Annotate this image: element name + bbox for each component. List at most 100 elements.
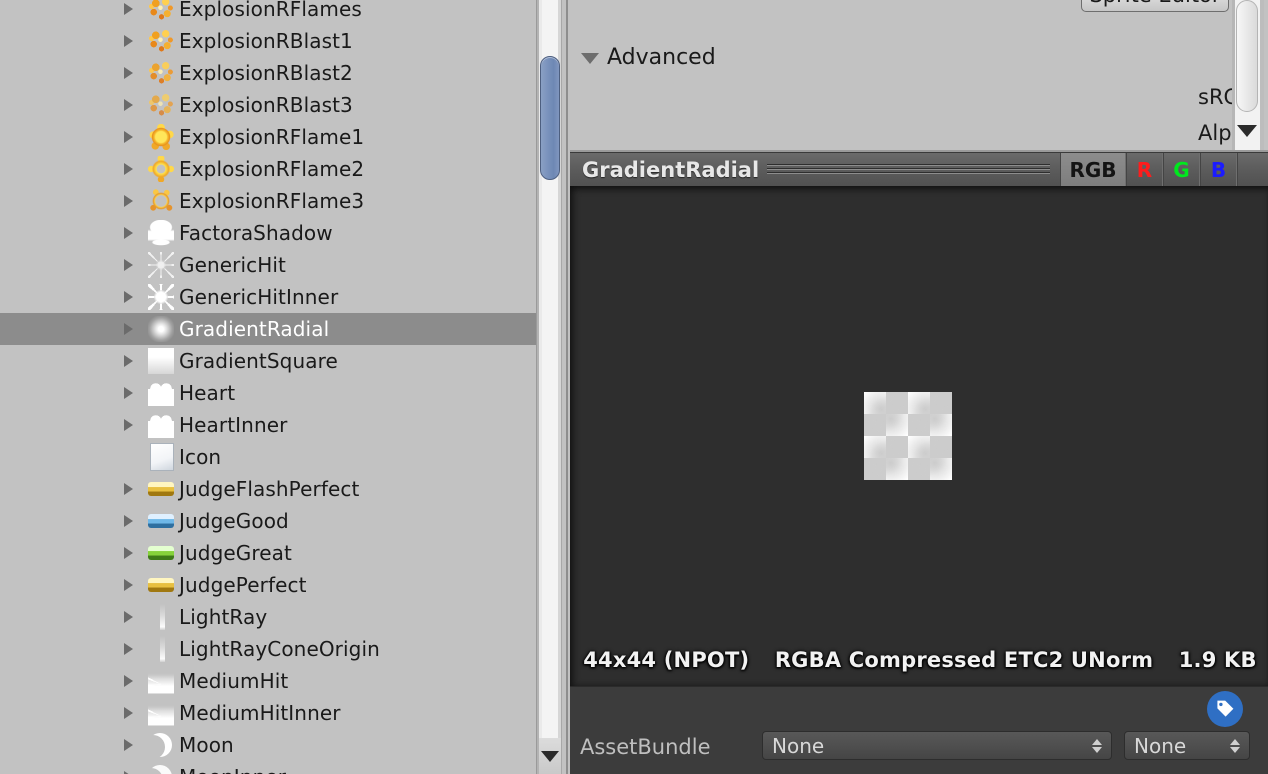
expand-triangle-icon[interactable]	[124, 99, 133, 111]
asset-tree-row-label: LightRayConeOrigin	[179, 637, 380, 661]
explosion-flame3-icon	[148, 188, 174, 214]
inspector-scrollbar[interactable]	[1232, 0, 1268, 152]
expand-triangle-icon[interactable]	[124, 67, 133, 79]
texture-format: RGBA Compressed ETC2 UNorm	[774, 648, 1154, 672]
asset-tree-row[interactable]: GradientSquare	[0, 345, 536, 377]
expand-triangle-icon[interactable]	[124, 675, 133, 687]
generic-hit-icon	[148, 252, 174, 278]
inspector-scroll-down-button[interactable]	[1236, 116, 1258, 146]
expand-triangle-icon[interactable]	[124, 35, 133, 47]
up-down-arrows-icon	[1230, 738, 1240, 753]
expand-triangle-icon[interactable]	[124, 515, 133, 527]
tag-icon[interactable]	[1207, 691, 1243, 727]
assetbundle-label: AssetBundle	[580, 735, 711, 759]
expand-triangle-icon[interactable]	[124, 483, 133, 495]
inspector-scrollbar-thumb[interactable]	[1236, 0, 1258, 112]
texture-preview-image	[864, 392, 952, 480]
expand-triangle-icon[interactable]	[124, 3, 133, 15]
preview-header-bar[interactable]: GradientRadial RGB R G B	[570, 152, 1268, 187]
channel-button-g[interactable]: G	[1163, 152, 1200, 187]
expand-triangle-icon[interactable]	[124, 355, 133, 367]
expand-triangle-icon[interactable]	[124, 259, 133, 271]
expand-triangle-icon[interactable]	[124, 387, 133, 399]
expand-triangle-icon[interactable]	[124, 611, 133, 623]
chevron-down-icon	[1237, 125, 1257, 137]
explosion-blast3-icon	[148, 92, 174, 118]
triangle-down-icon	[581, 53, 599, 64]
project-tree-scrollbar-thumb[interactable]	[540, 56, 560, 180]
alpha-source-property-row: Alpha Source Input Texture Alpha	[568, 118, 1268, 148]
expand-triangle-icon[interactable]	[124, 163, 133, 175]
asset-tree-row[interactable]: Moon	[0, 729, 536, 761]
expand-triangle-icon[interactable]	[124, 227, 133, 239]
channel-button-b[interactable]: B	[1200, 152, 1237, 187]
asset-tree-row[interactable]: ExplosionRFlame3	[0, 185, 536, 217]
asset-tree-row[interactable]: MoonInner	[0, 761, 536, 774]
asset-tree-row-label: GenericHit	[179, 253, 286, 277]
asset-tree-row[interactable]: JudgePerfect	[0, 569, 536, 601]
expand-triangle-icon[interactable]	[124, 195, 133, 207]
asset-tree-row[interactable]: MediumHit	[0, 665, 536, 697]
asset-tree-row-label: Moon	[179, 733, 234, 757]
asset-tree-row[interactable]: ExplosionRFlame1	[0, 121, 536, 153]
asset-tree-row[interactable]: Heart	[0, 377, 536, 409]
asset-tree-row-label: ExplosionRFlames	[179, 0, 362, 21]
asset-tree-row[interactable]: FactoraShadow	[0, 217, 536, 249]
project-tree-scrollbar[interactable]	[536, 0, 562, 774]
gradient-radial-icon	[148, 316, 174, 342]
asset-tree-row[interactable]: GradientRadial	[0, 313, 536, 345]
expand-triangle-icon[interactable]	[124, 739, 133, 751]
expand-triangle-icon[interactable]	[124, 419, 133, 431]
preview-header-spacer	[1237, 152, 1268, 187]
factora-shadow-icon	[148, 220, 174, 246]
project-tree-scroll-down-button[interactable]	[539, 738, 561, 774]
expand-triangle-icon[interactable]	[124, 291, 133, 303]
generic-hit-inner-icon	[148, 284, 174, 310]
asset-tree-row[interactable]: JudgeFlashPerfect	[0, 473, 536, 505]
expand-triangle-icon[interactable]	[124, 131, 133, 143]
texture-dimensions: 44x44 (NPOT)	[583, 648, 750, 672]
asset-tree-row[interactable]: Icon	[0, 441, 536, 473]
advanced-foldout[interactable]: Advanced	[581, 45, 716, 70]
asset-tree-row[interactable]: JudgeGreat	[0, 537, 536, 569]
asset-tree-row[interactable]: ExplosionRBlast2	[0, 57, 536, 89]
expand-triangle-icon[interactable]	[124, 323, 133, 335]
asset-tree-row[interactable]: LightRay	[0, 601, 536, 633]
assetbundle-name-value: None	[772, 733, 825, 758]
asset-tree-row[interactable]: MediumHitInner	[0, 697, 536, 729]
asset-tree-row[interactable]: HeartInner	[0, 409, 536, 441]
asset-tree-row[interactable]: ExplosionRBlast1	[0, 25, 536, 57]
sprite-editor-button[interactable]: Sprite Editor	[1081, 0, 1229, 12]
expand-triangle-icon[interactable]	[124, 707, 133, 719]
moon-inner-icon	[148, 765, 172, 774]
asset-tree-row-label: Icon	[179, 445, 222, 469]
channel-button-r[interactable]: R	[1126, 152, 1163, 187]
light-ray-icon	[160, 604, 165, 630]
asset-tree-row[interactable]: GenericHitInner	[0, 281, 536, 313]
asset-tree-row[interactable]: ExplosionRBlast3	[0, 89, 536, 121]
unity-editor-window: ExplosionRFlames ExplosionRBlast1 Explosio…	[0, 0, 1268, 774]
expand-triangle-icon[interactable]	[124, 643, 133, 655]
judge-perfect-icon	[148, 578, 174, 592]
asset-tree-row[interactable]: ExplosionRFlame2	[0, 153, 536, 185]
asset-tree-row-label: MediumHit	[179, 669, 289, 693]
drag-grip-icon[interactable]	[767, 164, 1050, 175]
assetbundle-variant-dropdown[interactable]: None	[1124, 731, 1250, 760]
asset-tree-row-label: ExplosionRBlast1	[179, 29, 353, 53]
asset-tree-row[interactable]: ExplosionRFlames	[0, 0, 536, 25]
expand-triangle-icon[interactable]	[124, 579, 133, 591]
texture-preview-area[interactable]: 44x44 (NPOT) RGBA Compressed ETC2 UNorm …	[570, 186, 1268, 686]
channel-button-rgb[interactable]: RGB	[1060, 152, 1126, 187]
light-ray-cone-origin-icon	[160, 636, 165, 662]
asset-tree-row-label: JudgePerfect	[179, 573, 307, 597]
judge-good-icon	[148, 514, 174, 528]
expand-triangle-icon[interactable]	[124, 547, 133, 559]
assetbundle-name-dropdown[interactable]: None	[762, 731, 1112, 760]
asset-tree-row[interactable]: LightRayConeOrigin	[0, 633, 536, 665]
asset-tree-row[interactable]: GenericHit	[0, 249, 536, 281]
judge-flash-perfect-icon	[148, 482, 174, 496]
tag-glyph-icon	[1217, 700, 1234, 717]
asset-tree-row-label: ExplosionRFlame2	[179, 157, 365, 181]
gradient-square-icon	[148, 348, 174, 374]
asset-tree-row[interactable]: JudgeGood	[0, 505, 536, 537]
